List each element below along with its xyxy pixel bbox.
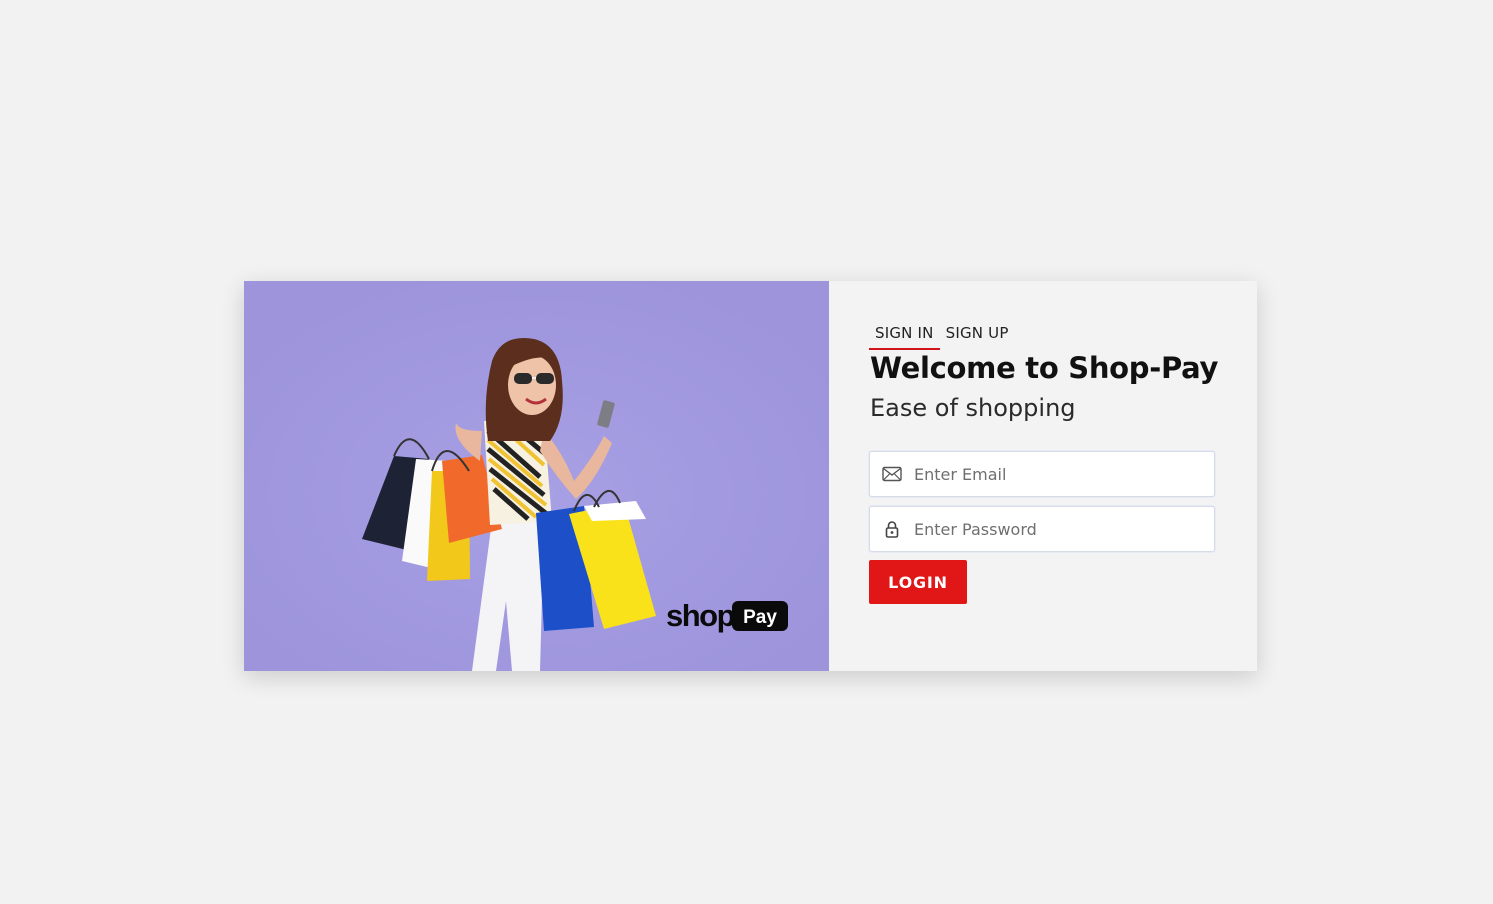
pay-logo-text: Pay bbox=[743, 607, 777, 628]
password-input[interactable] bbox=[914, 509, 1214, 549]
email-field bbox=[869, 451, 1215, 497]
login-button[interactable]: LOGIN bbox=[869, 560, 967, 604]
hero-image: shop Pay bbox=[244, 281, 829, 671]
page-title: Welcome to Shop-Pay bbox=[870, 351, 1219, 385]
shop-logo-text: shop bbox=[666, 598, 735, 633]
login-panel: SIGN IN SIGN UP Welcome to Shop-Pay Ease… bbox=[829, 281, 1257, 671]
envelope-icon bbox=[870, 451, 914, 497]
tab-sign-up[interactable]: SIGN UP bbox=[940, 323, 1015, 350]
tab-sign-in[interactable]: SIGN IN bbox=[869, 323, 940, 350]
auth-tabs: SIGN IN SIGN UP bbox=[869, 323, 1015, 350]
password-field bbox=[869, 506, 1215, 552]
lock-icon bbox=[870, 506, 914, 552]
shopping-woman-illustration: shop Pay bbox=[244, 281, 829, 671]
email-input[interactable] bbox=[914, 454, 1214, 494]
page-subtitle: Ease of shopping bbox=[870, 394, 1076, 422]
login-card: shop Pay SIGN IN SIGN UP Welcome to Shop… bbox=[244, 281, 1257, 671]
